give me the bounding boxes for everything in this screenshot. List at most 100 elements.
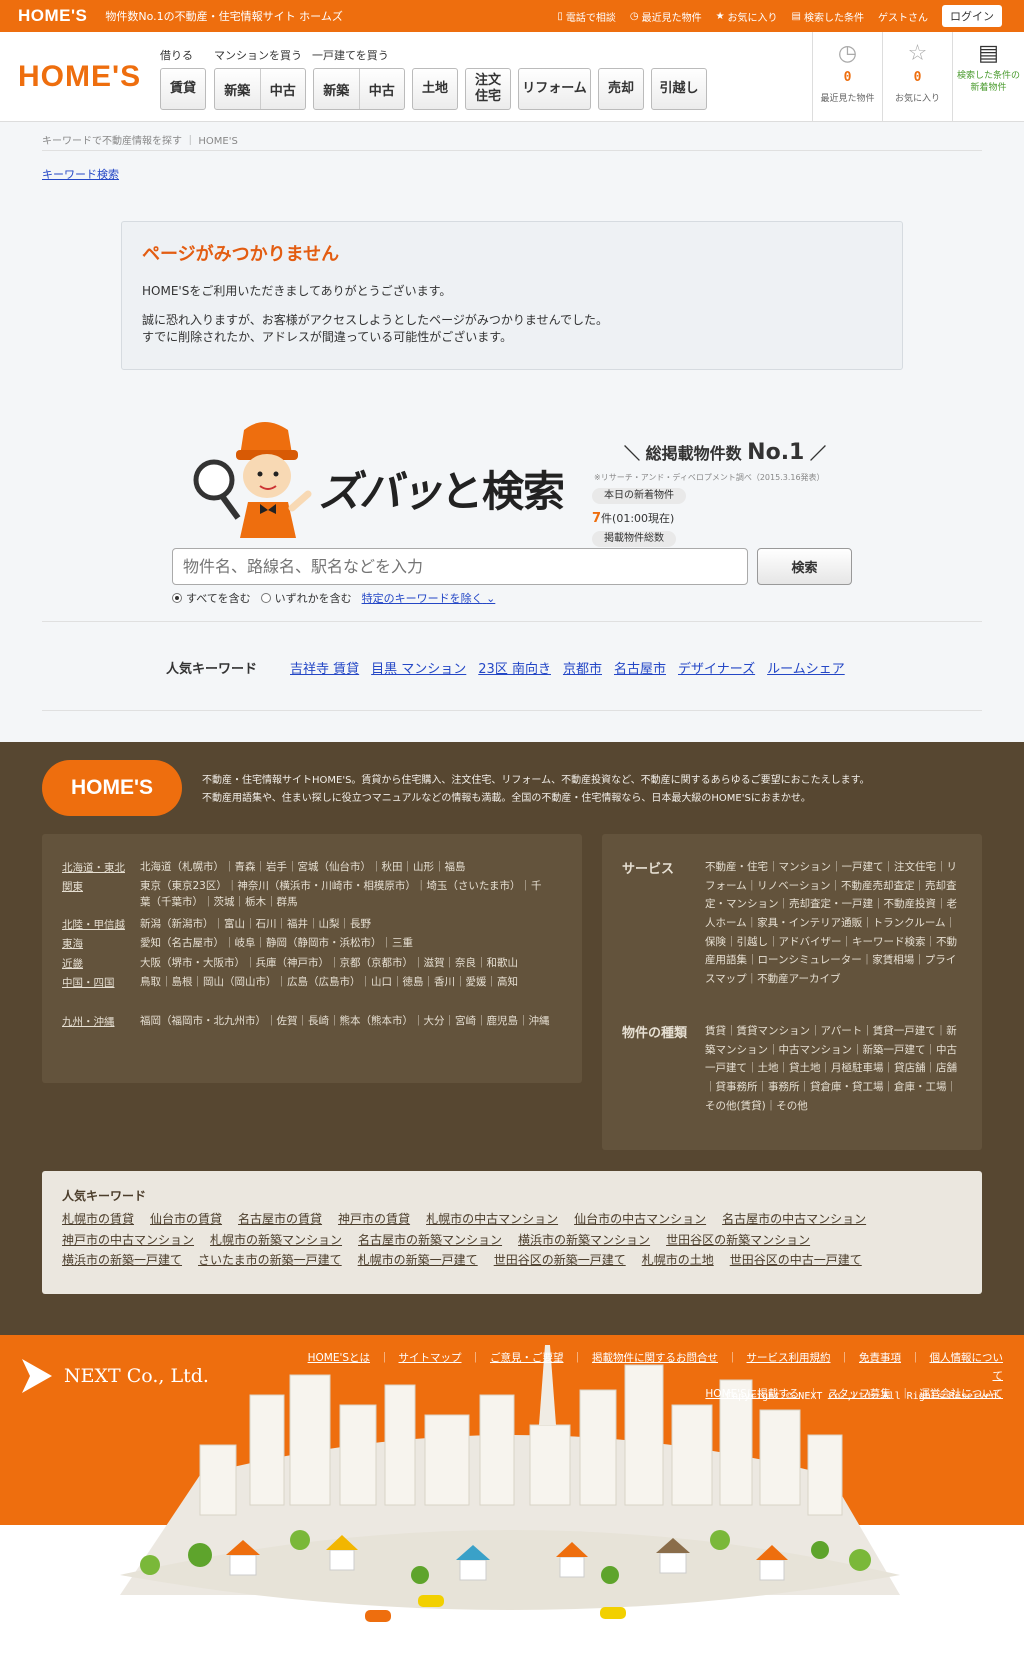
nav-mansion-used-button[interactable]: 中古 [259,69,306,109]
region-link[interactable]: 北陸・甲信越 [62,917,140,933]
footer-keyword-link[interactable]: さいたま市の新築一戸建て [198,1253,342,1267]
footer-link[interactable]: HOME'Sとは [308,1352,370,1364]
prefecture-links[interactable]: 大阪（堺市・大阪市）｜兵庫（神戸市）｜京都（京都市）｜滋賀｜奈良｜和歌山 [140,956,550,972]
chevron-down-icon: ⌄ [486,592,496,605]
recent-label: 最近見た物件 [820,94,875,104]
radio-icon [260,593,271,603]
popular-keyword-link[interactable]: 吉祥寺 賃貸 [290,658,359,677]
top-links: ▯ 電話で相談 ◷ 最近見た物件 ★ お気に入り ▤ 検索した条件 ゲストさん ログイン [557,0,1002,32]
footer-keyword-link[interactable]: 仙台市の中古マンション [574,1212,706,1226]
keyword-search-link[interactable]: キーワード検索 [42,166,119,182]
saved-search-link[interactable]: ▤ 検索した条件 [792,9,864,24]
footer-link[interactable]: サービス利用規約 [747,1352,831,1364]
recent-link[interactable]: ◷ 最近見た物件 [630,9,702,24]
phone-link[interactable]: ▯ 電話で相談 [557,9,616,24]
search-options: すべてを含む いずれかを含む 特定のキーワードを除く ⌄ [172,590,495,606]
popular-keyword-link[interactable]: ルームシェア [767,658,845,677]
site-logo[interactable]: HOME'S [18,60,141,94]
footer-keyword-link[interactable]: 名古屋市の新築マンション [358,1233,502,1247]
service-heading: サービス [622,862,675,877]
footer-keyword-link[interactable]: 札幌市の中古マンション [426,1212,558,1226]
favorite-label: お気に入り [894,94,940,104]
footer-keyword-link[interactable]: 世田谷区の新築一戸建て [494,1253,626,1267]
footer-keyword-link[interactable]: 札幌市の土地 [642,1253,714,1267]
popular-keyword-link[interactable]: 京都市 [563,658,602,677]
keyword-search-input[interactable] [172,548,748,585]
prefecture-links[interactable]: 鳥取｜島根｜岡山（岡山市）｜広島（広島市）｜山口｜徳島｜香川｜愛媛｜高知 [140,975,550,991]
area-row: 北海道・東北 北海道（札幌市）｜青森｜岩手｜宮城（仙台市）｜秋田｜山形｜福島 [62,860,550,876]
copyright: Copyright © NEXT Co.,Ltd. All Rights Res… [726,1391,1003,1402]
region-link[interactable]: 九州・沖縄 [62,1014,140,1030]
nav-house-used-button[interactable]: 中古 [358,69,405,109]
note-icon: ▤ [791,10,801,22]
prefecture-links[interactable]: 福岡（福岡市・北九州市）｜佐賀｜長崎｜熊本（熊本市）｜大分｜宮崎｜鹿児島｜沖縄 [140,1014,550,1030]
popular-keyword-link[interactable]: 目黒 マンション [371,658,466,677]
region-link[interactable]: 東海 [62,936,140,952]
nav-custom-house-button[interactable]: 注文住宅 [465,68,511,110]
footer-keyword-link[interactable]: 世田谷区の中古一戸建て [730,1253,862,1267]
footer-keyword-link[interactable]: 名古屋市の中古マンション [722,1212,866,1226]
tagline: 物件数No.1の不動産・住宅情報サイト ホームズ [105,10,343,23]
area-row: 九州・沖縄 福岡（福岡市・北九州市）｜佐賀｜長崎｜熊本（熊本市）｜大分｜宮崎｜鹿児… [62,1014,550,1030]
footer-logo[interactable]: HOME'S [42,760,182,816]
popular-keyword-link[interactable]: 23区 南向き [478,658,551,677]
nav-reform-button[interactable]: リフォーム [518,68,591,110]
nav-house-new-button[interactable]: 新築 [314,69,359,109]
footer-keyword-link[interactable]: 神戸市の賃貸 [338,1212,410,1226]
area-row: 中国・四国 鳥取｜島根｜岡山（岡山市）｜広島（広島市）｜山口｜徳島｜香川｜愛媛｜高… [62,975,550,991]
footer-keyword-link[interactable]: 仙台市の賃貸 [150,1212,222,1226]
exclude-keyword-link[interactable]: 特定のキーワードを除く ⌄ [362,590,496,606]
favorite-shortcut[interactable]: ☆ 0 お気に入り [882,32,952,121]
prefecture-links[interactable]: 愛知（名古屋市）｜岐阜｜静岡（静岡市・浜松市）｜三重 [140,936,550,952]
today-new-count: 7件(01:00現在) [592,511,675,526]
area-row: 東海 愛知（名古屋市）｜岐阜｜静岡（静岡市・浜松市）｜三重 [62,936,550,952]
footer-popular-links: 札幌市の賃貸 仙台市の賃貸 名古屋市の賃貸 神戸市の賃貸 札幌市の中古マンション 仙台市の… [62,1209,962,1271]
footer-keyword-link[interactable]: 神戸市の中古マンション [62,1233,194,1247]
group-label-rent: 借りる [160,49,193,62]
footer-keyword-link[interactable]: 名古屋市の賃貸 [238,1212,322,1226]
nav-mansion-new-button[interactable]: 新築 [215,69,260,109]
prefecture-links[interactable]: 東京（東京23区）｜神奈川（横浜市・川崎市・相模原市）｜埼玉（さいたま市）｜千葉… [140,879,550,911]
property-type-links[interactable]: 賃貸｜賃貸マンション｜アパート｜賃貸一戸建て｜新築マンション｜中古マンション｜新… [705,1022,965,1115]
footer-link[interactable]: サイトマップ [399,1352,462,1364]
login-button[interactable]: ログイン [942,5,1002,27]
footer-keyword-link[interactable]: 札幌市の賃貸 [62,1212,134,1226]
note-icon: ▤ [978,41,999,66]
recent-count: 0 [843,70,852,85]
nav-land-button[interactable]: 土地 [412,68,458,110]
footer-link[interactable]: 掲載物件に関するお問合せ [592,1352,718,1364]
footer-keyword-link[interactable]: 横浜市の新築一戸建て [62,1253,182,1267]
popular-keyword-link[interactable]: 名古屋市 [614,658,666,677]
nav-chintai-button[interactable]: 賃貸 [160,68,206,110]
nav-sell-button[interactable]: 売却 [598,68,644,110]
option-any-radio[interactable]: いずれかを含む [260,590,352,606]
footer-keyword-link[interactable]: 横浜市の新築マンション [518,1233,650,1247]
option-all-radio[interactable]: すべてを含む [172,590,251,606]
search-button[interactable]: 検索 [757,548,852,585]
company-logo[interactable]: NEXT Co., Ltd. [20,1357,209,1395]
clock-icon: ◷ [837,41,858,66]
region-link[interactable]: 関東 [62,879,140,911]
favorites-link[interactable]: ★ お気に入り [716,9,778,24]
recent-shortcut[interactable]: ◷ 0 最近見た物件 [812,32,882,121]
footer-keyword-link[interactable]: 札幌市の新築マンション [210,1233,342,1247]
area-panel: 北海道・東北 北海道（札幌市）｜青森｜岩手｜宮城（仙台市）｜秋田｜山形｜福島 関東… [42,834,582,1083]
footer-link[interactable]: ご意見・ご要望 [490,1352,564,1364]
saved-search-shortcut[interactable]: ▤ 検索した条件の新着物件 [952,32,1024,121]
prefecture-links[interactable]: 北海道（札幌市）｜青森｜岩手｜宮城（仙台市）｜秋田｜山形｜福島 [140,860,550,876]
region-link[interactable]: 近畿 [62,956,140,972]
nav-move-button[interactable]: 引越し [651,68,707,110]
header-shortcuts: ◷ 0 最近見た物件 ☆ 0 お気に入り ▤ 検索した条件の新着物件 [812,32,1024,121]
prefecture-links[interactable]: 新潟（新潟市）｜富山｜石川｜福井｜山梨｜長野 [140,917,550,933]
footer-link[interactable]: 免責事項 [859,1352,901,1364]
footer-keyword-link[interactable]: 世田谷区の新築マンション [666,1233,810,1247]
region-link[interactable]: 北海道・東北 [62,860,140,876]
region-link[interactable]: 中国・四国 [62,975,140,991]
top-logo[interactable]: HOME'S [18,6,87,26]
popular-keyword-link[interactable]: デザイナーズ [678,658,755,677]
service-links[interactable]: 不動産・住宅｜マンション｜一戸建て｜注文住宅｜リフォーム｜リノベーション｜不動産… [705,858,965,989]
footer-popular-heading: 人気キーワード [62,1189,147,1203]
footer-keyword-link[interactable]: 札幌市の新築一戸建て [358,1253,478,1267]
footer-link[interactable]: 個人情報について [930,1352,1004,1382]
bottom-footer: NEXT Co., Ltd. HOME'Sとは｜サイトマップ｜ご意見・ご要望｜掲… [0,1335,1024,1664]
